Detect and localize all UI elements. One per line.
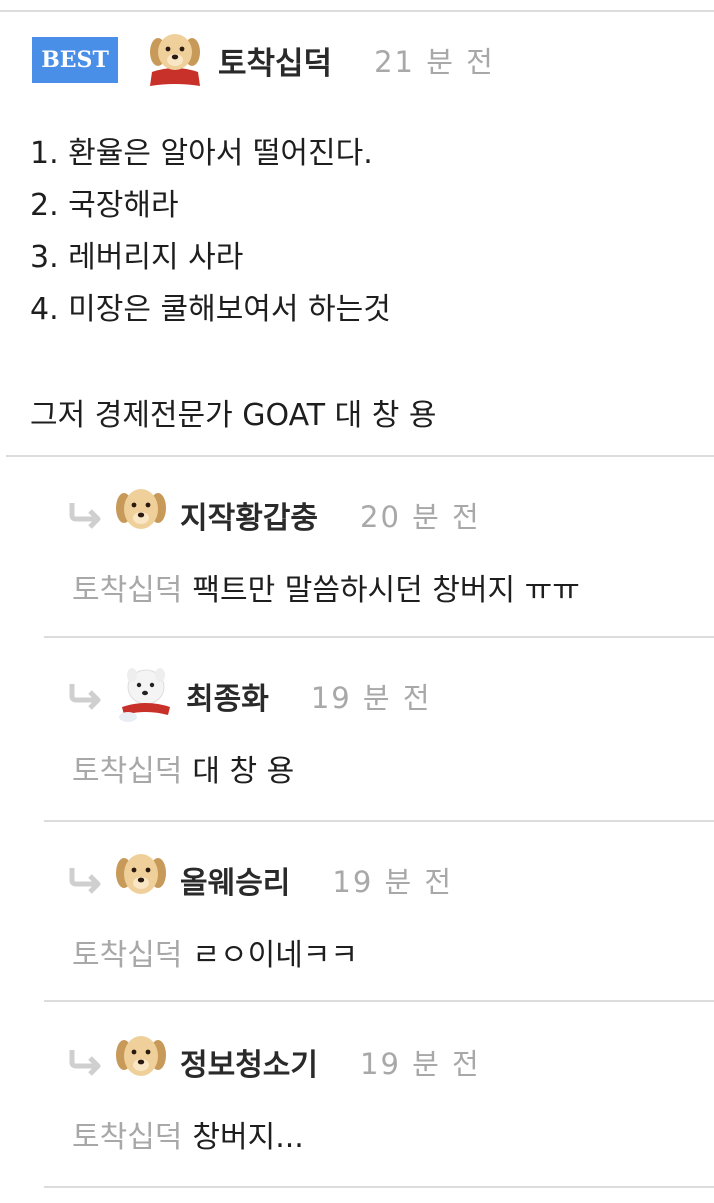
- best-comment-line-3: 3. 레버리지 사라: [30, 240, 244, 275]
- best-comment-header: BEST 토착십덕 21 분 전: [32, 30, 495, 90]
- reply-body: 토착십덕 창버지...: [72, 1112, 304, 1156]
- reply-item: 올웨승리 19 분 전 토착십덕 ㄹㅇ이네ㅋㅋ: [66, 850, 714, 1000]
- reply-body: 토착십덕 대 창 용: [72, 746, 294, 790]
- reply-divider: [44, 820, 714, 822]
- reply-author[interactable]: 최종화: [186, 674, 269, 718]
- reply-author[interactable]: 올웨승리: [180, 858, 290, 902]
- reply-header: 올웨승리 19 분 전: [66, 850, 453, 910]
- puppy-icon[interactable]: [112, 482, 170, 548]
- reply-item: 정보청소기 19 분 전 토착십덕 창버지...: [66, 1032, 714, 1182]
- best-comment-time: 21 분 전: [374, 45, 495, 79]
- reply-author[interactable]: 지작황갑충: [180, 493, 318, 537]
- puppy-icon[interactable]: [112, 847, 170, 913]
- reply-body: 토착십덕 ㄹㅇ이네ㅋㅋ: [72, 930, 358, 974]
- best-comment-author[interactable]: 토착십덕: [218, 38, 332, 83]
- reply-item: 최종화 19 분 전 토착십덕 대 창 용: [66, 666, 714, 816]
- reply-header: 정보청소기 19 분 전: [66, 1032, 481, 1092]
- puppy-scarf-icon[interactable]: [146, 28, 204, 92]
- reply-time: 19 분 전: [360, 1047, 481, 1081]
- best-comment-line-1: 1. 환율은 알아서 떨어진다.: [30, 136, 373, 171]
- white-dog-icon[interactable]: [112, 663, 176, 729]
- reply-mention[interactable]: 토착십덕: [72, 754, 182, 789]
- reply-time: 19 분 전: [332, 865, 454, 899]
- reply-item: 지작황갑충 20 분 전 토착십덕 팩트만 말씀하시던 창버지 ㅠㅠ: [66, 485, 714, 635]
- reply-arrow-icon: [69, 1050, 101, 1076]
- reply-time: 20 분 전: [360, 500, 481, 534]
- reply-header: 지작황갑충 20 분 전: [66, 485, 481, 545]
- top-divider: [0, 10, 714, 12]
- best-comment-line-2: 2. 국장해라: [30, 188, 179, 223]
- reply-divider: [44, 636, 714, 638]
- best-comment-divider: [6, 455, 714, 457]
- reply-time: 19 분 전: [310, 681, 432, 715]
- reply-text: 팩트만 말씀하시던 창버지 ㅠㅠ: [192, 573, 580, 608]
- reply-arrow-icon: [69, 684, 101, 710]
- reply-divider: [44, 1000, 714, 1002]
- reply-mention[interactable]: 토착십덕: [72, 1120, 182, 1155]
- best-comment-line-4: 4. 미장은 쿨해보여서 하는것: [30, 292, 391, 327]
- reply-mention[interactable]: 토착십덕: [72, 938, 182, 973]
- reply-body: 토착십덕 팩트만 말씀하시던 창버지 ㅠㅠ: [72, 565, 580, 609]
- reply-text: 대 창 용: [192, 754, 295, 789]
- puppy-icon[interactable]: [112, 1029, 170, 1095]
- reply-author[interactable]: 정보청소기: [180, 1040, 318, 1084]
- reply-header: 최종화 19 분 전: [66, 666, 432, 726]
- reply-mention[interactable]: 토착십덕: [72, 573, 182, 608]
- reply-text: 창버지...: [192, 1120, 304, 1155]
- reply-arrow-icon: [69, 503, 101, 529]
- best-comment-line-5: 그저 경제전문가 GOAT 대 창 용: [30, 398, 437, 433]
- comment-thread: BEST 토착십덕 21 분 전 1. 환율은 알아서 떨어진다. 2. 국장해…: [0, 0, 714, 1203]
- reply-arrow-icon: [69, 868, 101, 894]
- reply-text: ㄹㅇ이네ㅋㅋ: [192, 938, 359, 973]
- reply-divider: [44, 1186, 714, 1188]
- best-badge: BEST: [32, 37, 118, 83]
